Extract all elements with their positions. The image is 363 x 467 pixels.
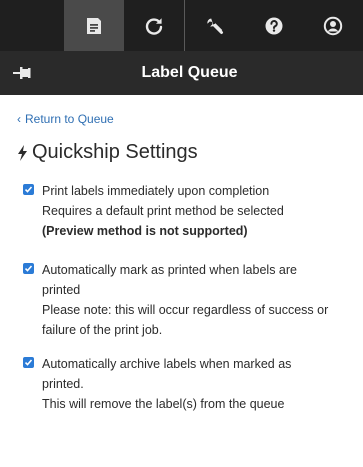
top-toolbar (0, 0, 363, 51)
return-to-queue-link[interactable]: ‹ Return to Queue (17, 112, 114, 126)
option-print-immediately: Print labels immediately upon completion… (23, 181, 284, 241)
page-title: Quickship Settings (32, 141, 198, 163)
help-icon (265, 17, 282, 34)
option-label-line: Requires a default print method be selec… (42, 204, 284, 218)
lightning-bolt-icon (18, 144, 27, 161)
option-label-line: printed (42, 283, 81, 297)
title-bar: Label Queue (0, 51, 363, 95)
checkmark-icon (24, 265, 33, 272)
checkmark-icon (24, 359, 33, 366)
help-button[interactable] (245, 0, 302, 51)
option-auto-mark-printed: Automatically mark as printed when label… (23, 260, 328, 340)
settings-heading: Quickship Settings (17, 141, 198, 164)
option-label-line: Automatically archive labels when marked… (42, 357, 292, 371)
chevron-left-icon: ‹ (17, 112, 21, 126)
user-account-button[interactable] (302, 0, 363, 51)
checkbox-auto-archive[interactable] (23, 357, 34, 368)
refresh-button[interactable] (124, 0, 184, 51)
option-label-line: Automatically mark as printed when label… (42, 263, 297, 277)
option-label-line: failure of the print job. (42, 323, 163, 337)
refresh-icon (145, 17, 163, 35)
option-auto-archive: Automatically archive labels when marked… (23, 354, 291, 414)
printer-icon (87, 17, 101, 34)
checkmark-icon (24, 186, 33, 193)
printer-button[interactable] (64, 0, 124, 51)
checkbox-auto-mark-printed[interactable] (23, 263, 34, 274)
option-label-line: Print labels immediately upon completion (42, 184, 270, 198)
return-link-label: Return to Queue (25, 112, 114, 126)
user-account-icon (323, 16, 342, 35)
pin-icon[interactable] (13, 66, 31, 80)
settings-wrench-button[interactable] (184, 0, 245, 51)
option-label-line: Please note: this will occur regardless … (42, 303, 329, 317)
option-emphasis-note: (Preview method is not supported) (42, 224, 248, 238)
option-label-line: printed. (42, 377, 84, 391)
page-header-title: Label Queue (141, 64, 238, 81)
option-label-line: This will remove the label(s) from the q… (42, 397, 285, 411)
checkbox-print-immediately[interactable] (23, 184, 34, 195)
wrench-icon (207, 18, 223, 34)
